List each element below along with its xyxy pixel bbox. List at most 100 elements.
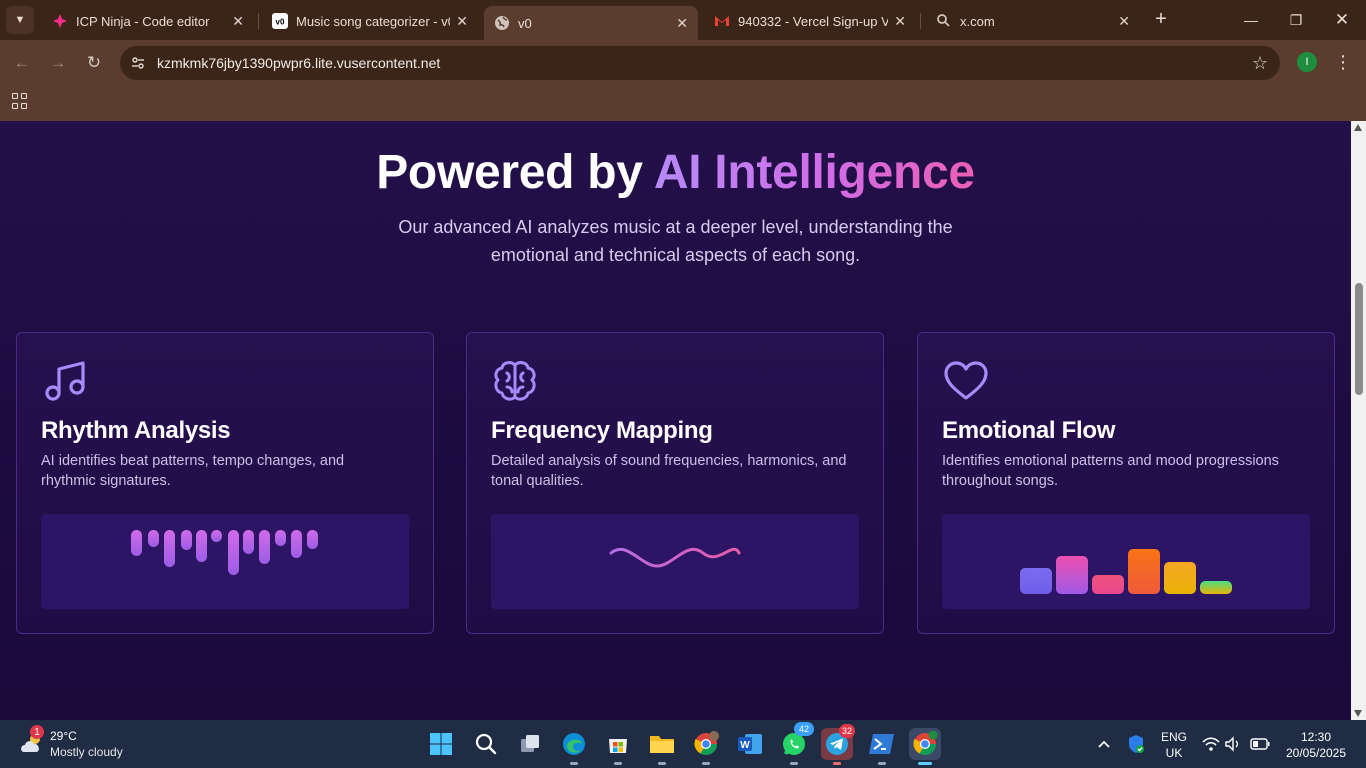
emotion-visualization (942, 514, 1310, 609)
globe-icon (494, 15, 510, 31)
section-title: Powered by AI Intelligence (0, 145, 1351, 200)
running-indicator (878, 762, 886, 765)
tab-icp-ninja[interactable]: ICP Ninja - Code editor ✕ (42, 6, 254, 36)
feature-card-emotional: Emotional Flow Identifies emotional patt… (917, 332, 1335, 634)
browser-toolbar: ← → ↻ kzmkmk76jby1390pwpr6.lite.vusercon… (0, 40, 1366, 86)
word-icon[interactable]: W (734, 728, 766, 760)
forward-icon[interactable]: → (46, 51, 70, 75)
card-title: Emotional Flow (942, 417, 1116, 444)
bookmark-star-icon[interactable]: ☆ (1252, 53, 1268, 74)
close-icon[interactable]: ✕ (456, 13, 468, 30)
running-indicator (614, 762, 622, 765)
scrollbar-thumb[interactable] (1355, 283, 1363, 395)
language-region[interactable]: UK (1158, 746, 1190, 760)
windows-start-icon[interactable] (425, 728, 457, 760)
language-code[interactable]: ENG (1158, 730, 1190, 744)
whatsapp-icon[interactable]: 42 (778, 722, 814, 765)
brain-icon (494, 361, 536, 401)
close-icon[interactable]: ✕ (676, 15, 688, 32)
telegram-icon[interactable]: 32 (821, 724, 855, 765)
reload-icon[interactable]: ↻ (82, 51, 106, 75)
site-info-icon[interactable] (130, 55, 146, 71)
running-indicator (918, 762, 932, 765)
scroll-up-arrow-icon[interactable] (1354, 124, 1362, 131)
tab-title: 940332 - Vercel Sign-up Verific (738, 13, 889, 29)
page-scrollbar[interactable] (1351, 121, 1366, 720)
icp-ninja-icon (52, 13, 68, 29)
url-text: kzmkmk76jby1390pwpr6.lite.vusercontent.n… (157, 55, 441, 71)
running-indicator (833, 762, 841, 765)
tab-v0[interactable]: v0 ✕ (484, 6, 698, 40)
tab-title: ICP Ninja - Code editor (76, 13, 210, 29)
page-viewport: Powered by AI Intelligence Our advanced … (0, 121, 1351, 720)
card-description: AI identifies beat patterns, tempo chang… (41, 453, 345, 489)
chrome-active-icon[interactable] (909, 728, 941, 765)
card-title: Rhythm Analysis (41, 417, 231, 444)
tab-bar: ▼ ICP Ninja - Code editor ✕ v0 Music son… (0, 0, 1366, 40)
address-bar[interactable]: kzmkmk76jby1390pwpr6.lite.vusercontent.n… (120, 46, 1280, 80)
card-description: Detailed analysis of sound frequencies, … (491, 453, 847, 489)
file-explorer-icon[interactable] (646, 728, 678, 765)
tab-gmail[interactable]: 940332 - Vercel Sign-up Verific ✕ (704, 6, 916, 36)
weather-condition[interactable]: Mostly cloudy (50, 745, 123, 759)
powershell-icon[interactable] (866, 728, 898, 765)
tab-title: v0 (518, 15, 532, 31)
profile-avatar[interactable]: I (1297, 52, 1317, 72)
window-close-icon[interactable]: ✕ (1322, 6, 1362, 34)
running-indicator (570, 762, 578, 765)
mood-bars-graphic (1020, 549, 1232, 594)
feature-card-rhythm: Rhythm Analysis AI identifies beat patte… (16, 332, 434, 634)
tab-x[interactable]: x.com ✕ (926, 6, 1140, 36)
clock-time[interactable]: 12:30 (1282, 730, 1350, 744)
music-note-icon (45, 361, 85, 401)
tab-search-button[interactable]: ▼ (6, 6, 34, 34)
svg-text:v0: v0 (276, 18, 285, 27)
maximize-icon[interactable]: ❐ (1276, 6, 1316, 34)
minimize-icon[interactable]: — (1231, 6, 1271, 34)
bookmarks-bar (0, 86, 1366, 121)
apps-grid-icon[interactable] (12, 93, 28, 109)
card-description: Identifies emotional patterns and mood p… (942, 453, 1279, 489)
wifi-icon[interactable] (1201, 734, 1221, 754)
whatsapp-badge: 42 (794, 722, 814, 736)
windows-taskbar: 1 29°C Mostly cloudy W 42 32 ENG UK 12:3… (0, 720, 1366, 768)
weather-badge: 1 (30, 725, 44, 739)
telegram-badge: 32 (839, 724, 855, 738)
new-tab-button[interactable]: + (1150, 8, 1172, 30)
search-icon[interactable] (470, 728, 502, 760)
battery-icon[interactable] (1250, 734, 1270, 754)
sine-wave-graphic (609, 547, 741, 568)
close-icon[interactable]: ✕ (894, 13, 906, 30)
scroll-down-arrow-icon[interactable] (1354, 710, 1362, 717)
tab-title: x.com (960, 13, 995, 29)
volume-icon[interactable] (1223, 734, 1243, 754)
card-title: Frequency Mapping (491, 417, 713, 444)
clock-date[interactable]: 20/05/2025 (1278, 746, 1354, 760)
search-globe-icon (936, 13, 952, 29)
rhythm-visualization (41, 514, 409, 609)
frequency-visualization (491, 514, 859, 609)
heart-icon (944, 361, 988, 400)
section-subtitle: Our advanced AI analyzes music at a deep… (398, 217, 953, 265)
chrome-profile-icon[interactable] (690, 728, 722, 765)
running-indicator (702, 762, 710, 765)
feature-card-frequency: Frequency Mapping Detailed analysis of s… (466, 332, 884, 634)
tab-separator (920, 13, 921, 29)
close-icon[interactable]: ✕ (1118, 13, 1130, 30)
weather-temperature[interactable]: 29°C (50, 729, 77, 743)
chevron-up-icon[interactable] (1094, 734, 1114, 754)
gmail-icon (714, 13, 730, 29)
title-highlight: AI Intelligence (653, 146, 975, 199)
running-indicator (790, 762, 798, 765)
beat-bars-graphic (131, 530, 318, 575)
svg-text:W: W (740, 740, 750, 751)
close-icon[interactable]: ✕ (232, 13, 244, 30)
more-menu-icon[interactable]: ⋮ (1334, 50, 1352, 74)
edge-icon[interactable] (558, 728, 590, 765)
running-indicator (658, 762, 666, 765)
task-view-icon[interactable] (514, 728, 546, 760)
tab-music-categorizer[interactable]: v0 Music song categorizer - v0 by ✕ (262, 6, 478, 36)
microsoft-store-icon[interactable] (602, 728, 634, 765)
back-icon[interactable]: ← (10, 51, 34, 75)
security-shield-icon[interactable] (1126, 734, 1146, 754)
